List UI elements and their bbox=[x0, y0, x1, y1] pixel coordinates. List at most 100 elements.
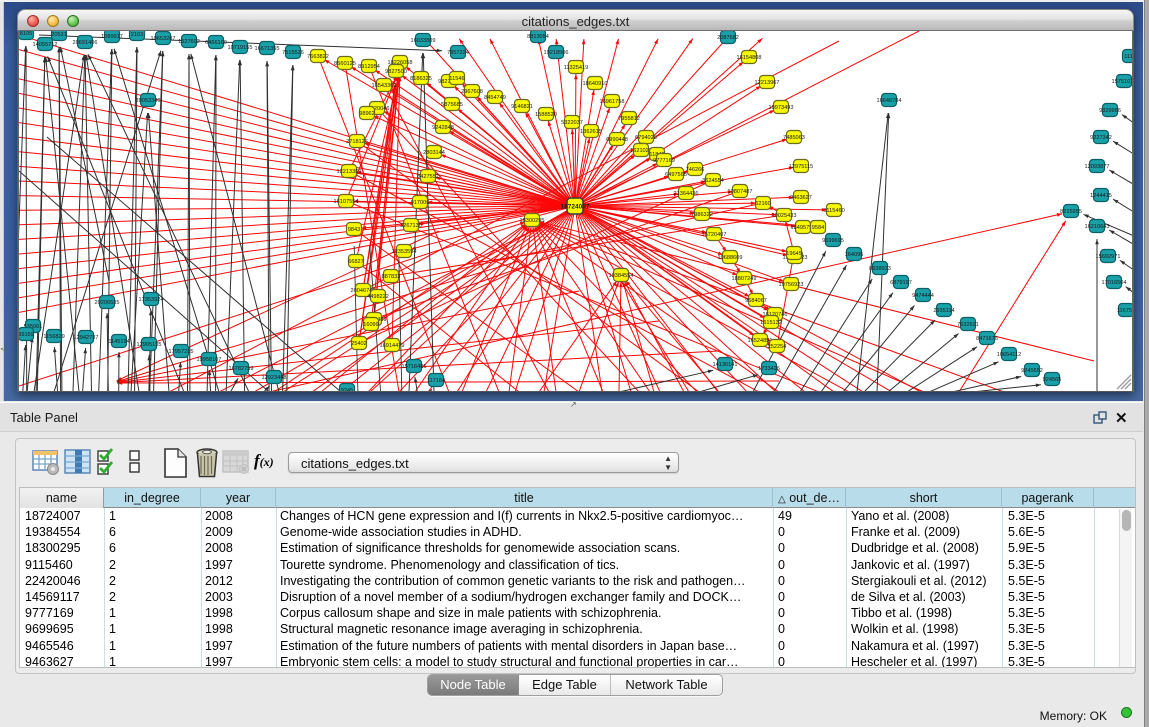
svg-text:9242848: 9242848 bbox=[432, 125, 454, 131]
svg-text:9245652: 9245652 bbox=[1021, 368, 1043, 374]
svg-text:746266: 746266 bbox=[686, 167, 705, 173]
svg-text:2103: 2103 bbox=[131, 32, 143, 38]
svg-text:9329966: 9329966 bbox=[1099, 108, 1121, 114]
svg-text:7485063: 7485063 bbox=[783, 135, 805, 141]
svg-text:8427552: 8427552 bbox=[417, 174, 439, 180]
svg-text:11546: 11546 bbox=[449, 76, 464, 82]
svg-text:62160: 62160 bbox=[755, 201, 771, 207]
svg-text:39159: 39159 bbox=[19, 332, 34, 338]
svg-text:1527602: 1527602 bbox=[178, 39, 200, 45]
svg-text:7986322: 7986322 bbox=[691, 212, 713, 218]
svg-text:116753: 116753 bbox=[1117, 308, 1133, 314]
svg-text:9699695: 9699695 bbox=[822, 238, 844, 244]
svg-text:15716485: 15716485 bbox=[402, 364, 427, 370]
svg-text:16107554: 16107554 bbox=[334, 199, 359, 205]
svg-text:7857224: 7857224 bbox=[447, 50, 469, 56]
svg-text:8454749: 8454749 bbox=[484, 95, 506, 101]
svg-text:5875685: 5875685 bbox=[441, 102, 463, 108]
svg-text:10688609: 10688609 bbox=[718, 255, 743, 261]
svg-text:11325419: 11325419 bbox=[564, 65, 588, 71]
svg-text:16543362: 16543362 bbox=[372, 83, 397, 89]
svg-text:2718126: 2718126 bbox=[346, 139, 368, 145]
svg-text:20053346: 20053346 bbox=[136, 98, 161, 104]
svg-text:8912954: 8912954 bbox=[358, 64, 380, 70]
svg-text:1156829: 1156829 bbox=[43, 334, 64, 340]
svg-text:6794028: 6794028 bbox=[635, 135, 657, 141]
svg-text:3267130: 3267130 bbox=[400, 223, 422, 229]
svg-text:20531: 20531 bbox=[51, 32, 67, 38]
svg-text:1145194: 1145194 bbox=[108, 339, 129, 345]
svg-text:1362615: 1362615 bbox=[580, 129, 602, 135]
svg-text:10973493: 10973493 bbox=[769, 105, 794, 111]
svg-text:164095: 164095 bbox=[845, 252, 864, 258]
svg-text:18724007: 18724007 bbox=[561, 204, 590, 211]
svg-text:19384554: 19384554 bbox=[609, 273, 634, 279]
svg-text:8215955: 8215955 bbox=[1060, 209, 1082, 215]
svg-text:9684067: 9684067 bbox=[745, 298, 767, 304]
svg-text:10719155: 10719155 bbox=[228, 45, 253, 51]
svg-text:1244415: 1244415 bbox=[1090, 193, 1112, 199]
svg-text:9777169: 9777169 bbox=[653, 158, 675, 164]
svg-text:16154808: 16154808 bbox=[737, 55, 762, 61]
svg-text:1615132: 1615132 bbox=[760, 320, 782, 326]
svg-text:19218506: 19218506 bbox=[544, 50, 569, 56]
svg-text:2803144: 2803144 bbox=[423, 150, 445, 156]
svg-text:8471676: 8471676 bbox=[976, 336, 998, 342]
svg-text:10653287: 10653287 bbox=[151, 36, 176, 42]
svg-text:6879197: 6879197 bbox=[890, 280, 912, 286]
svg-text:16099: 16099 bbox=[363, 322, 379, 328]
svg-text:6990448: 6990448 bbox=[606, 137, 628, 143]
svg-text:16914479: 16914479 bbox=[380, 343, 405, 349]
svg-text:10807487: 10807487 bbox=[728, 189, 753, 195]
svg-text:12923448: 12923448 bbox=[262, 375, 287, 381]
svg-text:9474444: 9474444 bbox=[912, 293, 934, 299]
svg-text:8938923: 8938923 bbox=[869, 266, 891, 272]
svg-text:98962: 98962 bbox=[359, 111, 375, 117]
svg-text:8186325: 8186325 bbox=[410, 76, 432, 82]
svg-text:6466160: 6466160 bbox=[205, 40, 227, 46]
svg-text:12213967: 12213967 bbox=[755, 80, 780, 86]
svg-text:2967608: 2967608 bbox=[461, 89, 483, 95]
svg-text:16033809: 16033809 bbox=[411, 38, 436, 44]
svg-text:8105: 8105 bbox=[20, 31, 32, 37]
svg-text:12975115: 12975115 bbox=[789, 164, 813, 170]
svg-text:20206535: 20206535 bbox=[95, 300, 120, 306]
svg-text:8813054: 8813054 bbox=[527, 34, 549, 40]
svg-text:16671355: 16671355 bbox=[255, 46, 280, 52]
svg-text:66827: 66827 bbox=[348, 259, 364, 265]
svg-text:1733426: 1733426 bbox=[758, 366, 780, 372]
svg-text:252254: 252254 bbox=[768, 344, 787, 350]
svg-text:16782759: 16782759 bbox=[229, 366, 254, 372]
svg-text:7663822: 7663822 bbox=[307, 54, 329, 60]
svg-text:9146821: 9146821 bbox=[511, 104, 533, 110]
svg-text:16961758: 16961758 bbox=[600, 99, 625, 105]
svg-text:9227342: 9227342 bbox=[1090, 135, 1112, 141]
svg-text:8660125: 8660125 bbox=[334, 61, 356, 67]
svg-text:14055712: 14055712 bbox=[33, 42, 58, 48]
svg-text:12942737: 12942737 bbox=[74, 335, 99, 341]
svg-text:1089917: 1089917 bbox=[101, 34, 123, 40]
svg-text:19645: 19645 bbox=[786, 251, 802, 257]
svg-text:18300295: 18300295 bbox=[520, 218, 545, 224]
svg-text:5322037: 5322037 bbox=[561, 120, 583, 126]
svg-text:7632621: 7632621 bbox=[957, 322, 979, 328]
svg-text:15751074: 15751074 bbox=[1112, 79, 1133, 85]
svg-text:15720407: 15720407 bbox=[702, 232, 727, 238]
svg-text:9463627: 9463627 bbox=[790, 195, 812, 201]
svg-text:2087682: 2087682 bbox=[717, 35, 739, 41]
svg-text:2935114: 2935114 bbox=[933, 308, 954, 314]
svg-text:17957215: 17957215 bbox=[169, 349, 194, 355]
svg-text:14136141: 14136141 bbox=[713, 362, 738, 368]
svg-text:9843: 9843 bbox=[348, 227, 360, 233]
svg-text:21364436: 21364436 bbox=[674, 191, 699, 197]
svg-text:10654112: 10654112 bbox=[997, 352, 1021, 358]
svg-text:7515526: 7515526 bbox=[282, 50, 304, 56]
svg-text:18640910: 18640910 bbox=[583, 81, 608, 87]
svg-text:16648784: 16648784 bbox=[877, 98, 902, 104]
svg-text:1588520: 1588520 bbox=[535, 112, 557, 118]
svg-text:12905135: 12905135 bbox=[137, 342, 162, 348]
svg-text:17016504: 17016504 bbox=[1102, 280, 1127, 286]
svg-text:10025433: 10025433 bbox=[772, 213, 797, 219]
svg-text:12353594: 12353594 bbox=[392, 249, 417, 255]
svg-text:6497568: 6497568 bbox=[665, 172, 687, 178]
